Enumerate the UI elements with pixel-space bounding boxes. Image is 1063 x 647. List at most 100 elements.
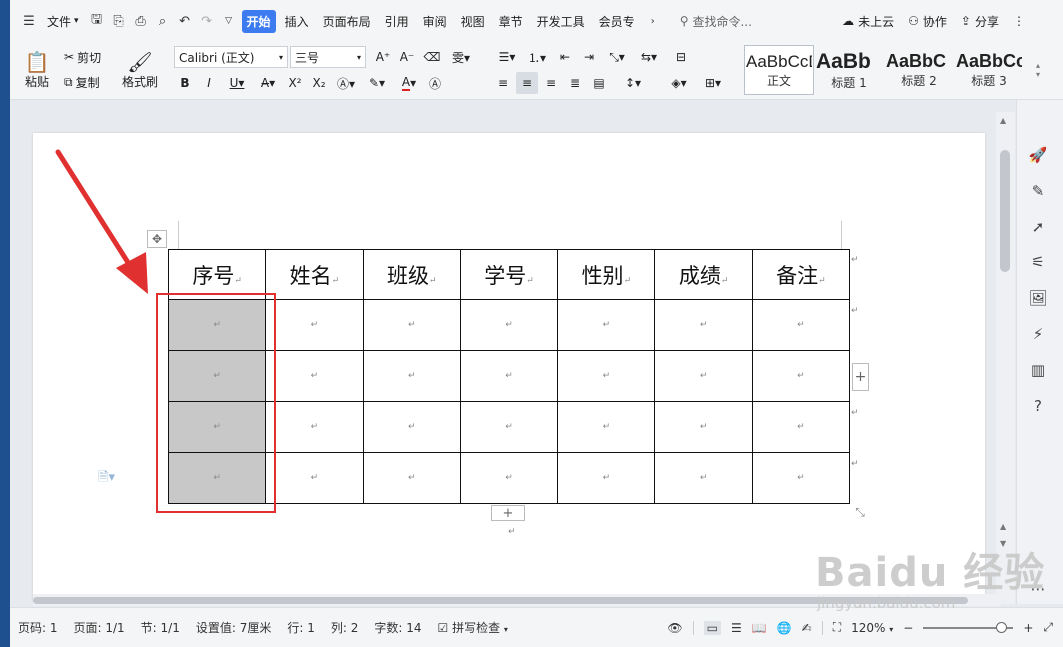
style-heading-3[interactable]: AaBbCc 标题 3 bbox=[954, 45, 1024, 95]
tab-home[interactable]: 开始 bbox=[241, 9, 276, 33]
table-cell[interactable]: ↵ bbox=[362, 299, 461, 351]
word-count[interactable]: 字数: 14 bbox=[366, 619, 429, 636]
tab-chapter[interactable]: 章节 bbox=[494, 10, 528, 33]
export-icon[interactable]: ⎘ bbox=[110, 12, 128, 30]
scroll-thumb[interactable] bbox=[1000, 150, 1010, 272]
document-nav-icon[interactable]: 🗎▾ bbox=[98, 468, 115, 490]
align-center-icon[interactable]: ≡ bbox=[516, 72, 538, 94]
table-move-handle[interactable]: ✥ bbox=[147, 230, 167, 248]
print-icon[interactable]: ⎙ bbox=[132, 12, 150, 30]
table-cell[interactable]: ↵ bbox=[362, 350, 461, 402]
row-info[interactable]: 行: 1 bbox=[279, 619, 323, 636]
read-view-icon[interactable]: 📖 bbox=[752, 621, 767, 635]
text-direction-icon[interactable]: ⇆▾ bbox=[636, 46, 662, 68]
header-cell[interactable]: 序号↵ bbox=[167, 249, 267, 300]
shading-icon[interactable]: ◈▾ bbox=[666, 72, 692, 94]
header-cell[interactable]: 成绩↵ bbox=[654, 249, 753, 300]
table-resize-handle[interactable]: ⤡ bbox=[850, 503, 870, 521]
table-cell[interactable]: ↵ bbox=[265, 401, 364, 453]
phonetic-icon[interactable]: 雯▾ bbox=[447, 46, 475, 68]
bullet-list-icon[interactable]: ☰▾ bbox=[494, 46, 520, 68]
table-cell[interactable]: ↵ bbox=[751, 401, 851, 453]
table-cell-selected[interactable]: ↵ bbox=[167, 401, 267, 453]
table-cell[interactable]: ↵ bbox=[654, 452, 753, 504]
header-cell[interactable]: 学号↵ bbox=[459, 249, 559, 300]
grow-font-icon[interactable]: A⁺ bbox=[374, 46, 392, 68]
tab-review[interactable]: 审阅 bbox=[418, 10, 452, 33]
fit-page-icon[interactable]: ⛶ bbox=[833, 620, 841, 635]
zoom-out-icon[interactable]: − bbox=[903, 621, 913, 635]
table-cell[interactable]: ↵ bbox=[557, 299, 656, 351]
lightning-icon[interactable]: ⚡ bbox=[1027, 323, 1049, 345]
cursor-icon[interactable]: ➚ bbox=[1027, 216, 1049, 238]
tab-member[interactable]: 会员专 bbox=[594, 10, 640, 33]
add-column-button[interactable]: + bbox=[852, 363, 869, 391]
font-size-select[interactable]: 三号 ▾ bbox=[290, 46, 366, 68]
table-cell[interactable]: ↵ bbox=[654, 401, 753, 453]
font-color-icon[interactable]: A ▾ bbox=[396, 72, 422, 94]
spell-check-toggle[interactable]: ☑ 拼写检查 ▾ bbox=[429, 619, 515, 636]
cut-button[interactable]: ✂ 剪切 bbox=[64, 47, 101, 67]
justify-icon[interactable]: ≣ bbox=[566, 72, 584, 94]
header-cell[interactable]: 姓名↵ bbox=[265, 249, 364, 300]
table-cell[interactable]: ↵ bbox=[459, 299, 559, 351]
tab-page-layout[interactable]: 页面布局 bbox=[318, 10, 376, 33]
outdent-icon[interactable]: ⇤ bbox=[556, 46, 574, 68]
save-icon[interactable]: 🖫 bbox=[88, 12, 106, 30]
scroll-up-icon[interactable]: ▲ bbox=[1000, 116, 1006, 125]
tabs-scroll-right-icon[interactable]: › bbox=[644, 12, 662, 30]
tab-developer[interactable]: 开发工具 bbox=[532, 10, 590, 33]
table-cell[interactable]: ↵ bbox=[557, 401, 656, 453]
align-right-icon[interactable]: ≡ bbox=[542, 72, 560, 94]
style-heading-2[interactable]: AaBbC 标题 2 bbox=[884, 45, 954, 95]
style-heading-1[interactable]: AaBb 标题 1 bbox=[814, 45, 884, 95]
align-left-icon[interactable]: ≡ bbox=[494, 72, 512, 94]
header-cell[interactable]: 备注↵ bbox=[751, 249, 851, 300]
header-cell[interactable]: 性别↵ bbox=[557, 249, 656, 300]
highlight-icon[interactable]: ✎▾ bbox=[364, 72, 390, 94]
table-cell-selected[interactable]: ↵ bbox=[167, 452, 267, 504]
menu-icon[interactable]: ☰ bbox=[20, 12, 38, 30]
table-cell[interactable]: ↵ bbox=[265, 452, 364, 504]
italic-icon[interactable]: I bbox=[200, 72, 218, 94]
table-cell[interactable]: ↵ bbox=[751, 350, 851, 402]
page-count[interactable]: 页面: 1/1 bbox=[66, 619, 133, 636]
customize-chevron-icon[interactable]: ▽ bbox=[220, 12, 238, 30]
style-normal[interactable]: AaBbCcDd 正文 bbox=[744, 45, 814, 95]
zoom-slider[interactable] bbox=[923, 621, 1014, 633]
page-view-icon[interactable]: ▭ bbox=[703, 620, 721, 635]
outline-view-icon[interactable]: ☰ bbox=[731, 621, 742, 635]
table-cell[interactable]: ↵ bbox=[459, 401, 559, 453]
chinese-layout-icon[interactable]: ⤡▾ bbox=[604, 46, 630, 68]
vertical-scrollbar[interactable]: ▲ ▲ ▼ bbox=[996, 112, 1015, 604]
format-painter-button[interactable]: 🖌 格式刷 bbox=[118, 46, 162, 94]
table-cell[interactable]: ↵ bbox=[265, 299, 364, 351]
borders-icon[interactable]: ⊞▾ bbox=[700, 72, 726, 94]
shrink-font-icon[interactable]: A⁻ bbox=[398, 46, 416, 68]
underline-icon[interactable]: U▾ bbox=[224, 72, 250, 94]
table-cell[interactable]: ↵ bbox=[751, 299, 851, 351]
cloud-status[interactable]: ☁ 未上云 bbox=[842, 13, 894, 30]
subscript-icon[interactable]: X₂ bbox=[310, 72, 328, 94]
image-icon[interactable]: 🖼 bbox=[1027, 287, 1049, 309]
zoom-slider-knob[interactable] bbox=[996, 621, 1008, 633]
zoom-level[interactable]: 120% ▾ bbox=[851, 621, 893, 635]
table-cell-selected[interactable]: ↵ bbox=[167, 350, 267, 402]
more-menu-icon[interactable]: ⋮ bbox=[1013, 14, 1025, 28]
indent-icon[interactable]: ⇥ bbox=[580, 46, 598, 68]
distribute-icon[interactable]: ▤ bbox=[590, 72, 608, 94]
table-cell[interactable]: ↵ bbox=[654, 350, 753, 402]
table-cell[interactable]: ↵ bbox=[459, 452, 559, 504]
preview-icon[interactable]: ⌕ bbox=[154, 12, 172, 30]
rocket-icon[interactable]: 🚀 bbox=[1027, 144, 1049, 166]
table-cell[interactable]: ↵ bbox=[459, 350, 559, 402]
numbered-list-icon[interactable]: ⒈▾ bbox=[524, 46, 550, 68]
header-cell[interactable]: 班级↵ bbox=[362, 249, 461, 300]
redo-icon[interactable]: ↷ bbox=[198, 12, 216, 30]
undo-icon[interactable]: ↶ bbox=[176, 12, 194, 30]
section-info[interactable]: 节: 1/1 bbox=[133, 619, 188, 636]
collab-button[interactable]: ⚇ 协作 bbox=[908, 13, 947, 30]
eye-icon[interactable]: 👁 bbox=[667, 621, 682, 635]
paste-button[interactable]: 📋 粘贴 bbox=[20, 46, 54, 94]
web-view-icon[interactable]: 🌐 bbox=[777, 621, 792, 635]
